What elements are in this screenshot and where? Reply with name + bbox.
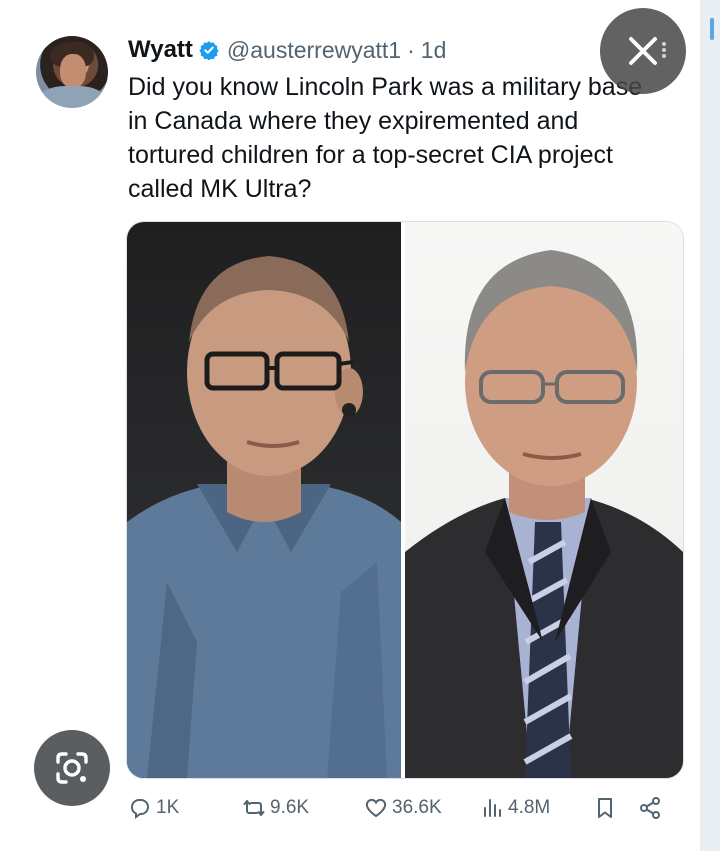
- tweet-media[interactable]: [126, 221, 684, 779]
- repost-button[interactable]: 9.6K: [242, 788, 309, 828]
- reply-count: 1K: [156, 797, 180, 818]
- reply-icon: [131, 799, 149, 819]
- tweet-text: Did you know Lincoln Park was a military…: [128, 73, 643, 203]
- header-separator: ·: [407, 36, 415, 63]
- adjacent-screen-edge: [700, 0, 720, 851]
- like-count: 36.6K: [392, 797, 442, 818]
- tweet-header: Wyatt @austerrewyatt1 · 1d: [128, 34, 446, 66]
- tweet-card: Wyatt @austerrewyatt1 · 1d Did you know …: [0, 0, 700, 851]
- author-handle[interactable]: @austerrewyatt1: [227, 37, 401, 64]
- avatar-face: [60, 54, 86, 88]
- close-icon: [629, 37, 657, 65]
- portrait-left-illustration: [127, 256, 401, 778]
- tweet-action-bar: 1K 9.6K 36.6K 4.8M: [128, 788, 678, 828]
- heart-icon: [365, 798, 387, 818]
- reply-button[interactable]: 1K: [128, 788, 179, 828]
- share-icon: [640, 797, 660, 819]
- edge-accent: [710, 18, 714, 40]
- repost-icon: [243, 800, 265, 816]
- verified-badge-icon: [199, 41, 219, 60]
- more-options-icon[interactable]: [661, 40, 667, 62]
- photo-right[interactable]: [405, 222, 683, 778]
- view-count: 4.8M: [508, 797, 551, 818]
- repost-count: 9.6K: [270, 797, 310, 818]
- views-button[interactable]: 4.8M: [480, 788, 550, 828]
- portrait-right-illustration: [405, 250, 683, 778]
- bookmark-button[interactable]: [593, 788, 621, 828]
- google-lens-icon: [56, 752, 88, 784]
- photo-left[interactable]: [127, 222, 401, 778]
- tweet-timestamp[interactable]: 1d: [421, 37, 447, 64]
- lens-button[interactable]: [34, 730, 110, 806]
- close-button[interactable]: [600, 8, 686, 94]
- bookmark-icon: [598, 798, 612, 818]
- avatar[interactable]: [36, 36, 108, 108]
- like-button[interactable]: 36.6K: [364, 788, 442, 828]
- views-chart-icon: [484, 799, 501, 817]
- author-name[interactable]: Wyatt: [128, 36, 193, 64]
- share-button[interactable]: [638, 788, 666, 828]
- avatar-shirt: [40, 86, 104, 108]
